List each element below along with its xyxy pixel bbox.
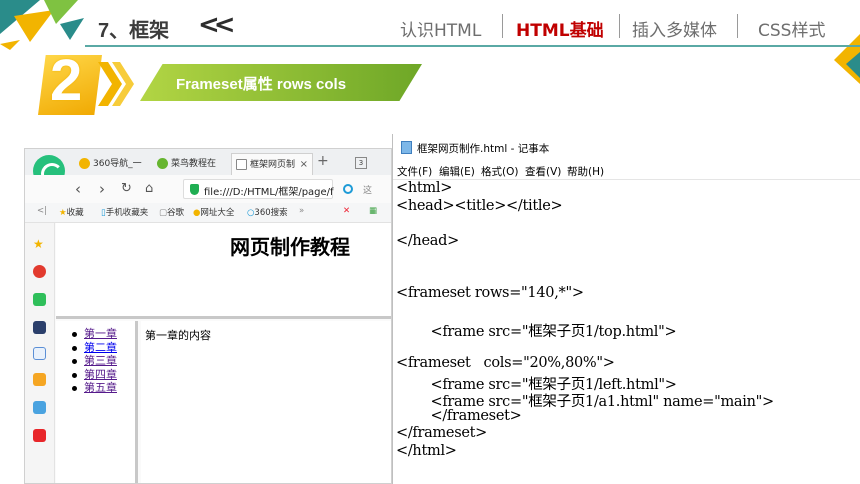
app-icon[interactable] (33, 321, 46, 334)
tab-count-badge[interactable]: 3 (355, 157, 367, 169)
code-line: <frameset cols="20%,80%"> (396, 355, 615, 371)
tab-runoob[interactable]: 菜鸟教程在 (153, 153, 225, 175)
tab-framework-page[interactable]: 框架网页制 × (231, 153, 313, 175)
tab-label: 360导航_一 (93, 159, 142, 169)
code-line: </frameset> (396, 425, 488, 441)
tab-favicon-icon (79, 158, 90, 169)
chapter-list: 第一章 第二章 第三章 第四章 第五章 (72, 327, 117, 395)
code-line: </head> (396, 232, 459, 249)
bookmark-label: 手机收藏夹 (105, 208, 149, 218)
back-icon[interactable]: ‹ (75, 180, 81, 198)
tab-360-nav[interactable]: 360导航_一 (75, 153, 145, 175)
nav-separator (502, 14, 503, 38)
section-title: Frameset属性 rows cols (176, 76, 347, 93)
game-icon[interactable] (33, 373, 46, 386)
chapter-link-3[interactable]: 第三章 (72, 354, 117, 368)
refresh-icon[interactable]: ↻ (121, 181, 132, 196)
page-icon (236, 159, 247, 170)
bookmark-360search[interactable]: ○360搜索 (247, 206, 288, 218)
nav-item-multimedia[interactable]: 插入多媒体 (632, 16, 717, 41)
mail-icon[interactable] (33, 293, 46, 306)
scissors-icon[interactable]: ✕ (343, 206, 350, 216)
browser-sidebar: ★ (25, 223, 55, 483)
chapter-link-5[interactable]: 第五章 (72, 381, 117, 395)
tab-bar: 360导航_一 菜鸟教程在 框架网页制 × + 3 (25, 149, 391, 175)
nav-separator (619, 14, 620, 38)
extension-icon[interactable]: ▦ (369, 206, 377, 216)
home-icon[interactable]: ⌂ (145, 181, 153, 196)
menu-file[interactable]: 文件(F) (397, 164, 432, 179)
bookmark-url-directory[interactable]: ●网址大全 (193, 206, 234, 218)
bookmark-label: 谷歌 (167, 208, 185, 218)
star-icon: ★ (59, 208, 67, 218)
shop-icon[interactable] (33, 429, 46, 442)
menu-edit[interactable]: 编辑(E) (439, 164, 475, 179)
new-tab-button[interactable]: + (317, 153, 329, 169)
menu-format[interactable]: 格式(O) (481, 164, 518, 179)
bookmark-label: 网址大全 (200, 208, 235, 218)
top-frame: 网页制作教程 (56, 223, 391, 319)
code-line: </frameset> (396, 407, 522, 424)
shield-icon (190, 184, 199, 195)
browser-window: 360导航_一 菜鸟教程在 框架网页制 × + 3 ‹ › ↻ ⌂ file:/… (24, 148, 392, 484)
menu-view[interactable]: 查看(V) (525, 164, 561, 179)
text-editor[interactable]: <html> <head><title></title> </head> <fr… (393, 180, 860, 484)
search-hint: 这 (363, 186, 373, 196)
tab-label: 框架网页制 (250, 160, 296, 170)
address-toolbar: ‹ › ↻ ⌂ file:///D:/HTML/框架/page/f 这 (25, 175, 391, 203)
chapter-title: 7、框架 (98, 20, 170, 42)
left-frame: 第一章 第二章 第三章 第四章 第五章 (56, 321, 138, 483)
page-icon: ▢ (159, 208, 168, 218)
header-divider (85, 45, 860, 47)
nav-item-css[interactable]: CSS样式 (758, 16, 825, 41)
window-title: 框架网页制作.html - 记事本 (417, 143, 550, 155)
bookmark-mobile[interactable]: ▯手机收藏夹 (101, 206, 148, 218)
main-frame: 第一章的内容 (141, 321, 391, 483)
close-icon[interactable]: × (300, 154, 308, 175)
tab-favicon-icon (157, 158, 168, 169)
main-content: 第一章的内容 (145, 329, 211, 342)
more-bookmarks-button[interactable]: » (299, 206, 304, 216)
chapter-link-4[interactable]: 第四章 (72, 368, 117, 382)
tab-label: 菜鸟教程在 (171, 159, 217, 169)
code-line: <head><title></title> (396, 197, 563, 214)
menu-help[interactable]: 帮助(H) (567, 164, 604, 179)
code-line: <frameset rows="140,*"> (396, 285, 584, 301)
corner-decoration-right (834, 34, 860, 84)
arrow-stripes-icon (98, 62, 134, 106)
slide: 7、框架 << 认识HTML HTML基础 插入多媒体 CSS样式 2 Fram… (0, 0, 860, 484)
forward-icon[interactable]: › (99, 180, 105, 198)
sidebar-toggle-icon[interactable]: <| (37, 206, 47, 216)
section-number: 2 (50, 48, 83, 113)
corner-decoration (0, 0, 84, 50)
nav-item-html-basics[interactable]: HTML基础 (516, 16, 604, 41)
code-line: <frame src="框架子页1/top.html"> (396, 324, 677, 340)
page-title: 网页制作教程 (230, 235, 350, 259)
weibo-icon[interactable] (33, 265, 46, 278)
code-line: </html> (396, 442, 457, 459)
bookmark-label: 收藏 (66, 208, 84, 218)
notepad-window: 框架网页制作.html - 记事本 文件(F) 编辑(E) 格式(O) 查看(V… (392, 134, 860, 484)
menu-bar: 文件(F) 编辑(E) 格式(O) 查看(V) 帮助(H) (393, 160, 860, 180)
star-icon[interactable]: ★ (33, 237, 46, 251)
document-icon[interactable] (33, 347, 46, 360)
bookmark-label: 360搜索 (254, 208, 288, 218)
chapter-link-2[interactable]: 第二章 (72, 341, 117, 355)
search-icon[interactable] (343, 184, 353, 194)
notepad-title-bar: 框架网页制作.html - 记事本 (393, 134, 860, 160)
notepad-icon (401, 141, 412, 154)
double-chevron-icon: << (198, 10, 235, 40)
bookmark-favorites[interactable]: ★收藏 (59, 206, 84, 218)
bookmarks-bar: <| ★收藏 ▯手机收藏夹 ▢谷歌 ●网址大全 ○360搜索 » ✕ ▦ (25, 203, 391, 223)
bookmark-google[interactable]: ▢谷歌 (159, 206, 184, 218)
nav-item-html-intro[interactable]: 认识HTML (400, 16, 481, 41)
address-text: file:///D:/HTML/框架/page/f (204, 187, 334, 198)
nav-separator (737, 14, 738, 38)
avatar-icon[interactable] (33, 401, 46, 414)
address-bar[interactable]: file:///D:/HTML/框架/page/f (183, 179, 334, 199)
chapter-link-1[interactable]: 第一章 (72, 327, 117, 341)
code-line: <html> (396, 180, 453, 196)
